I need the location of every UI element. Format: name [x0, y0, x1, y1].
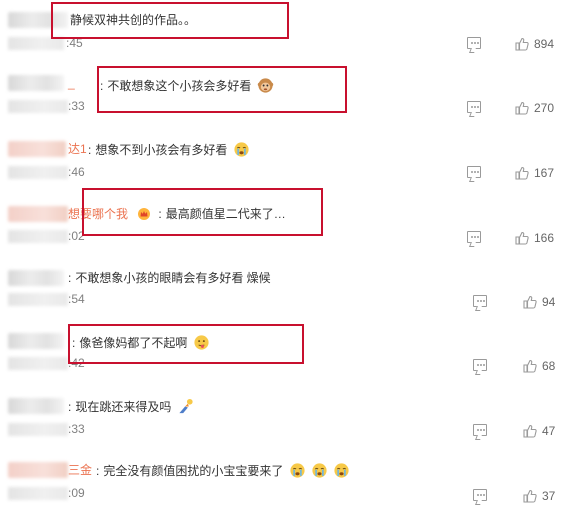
thumbs-up-icon [523, 359, 537, 373]
like-count: 166 [534, 231, 555, 245]
crying-face-emoji [290, 463, 305, 478]
comment-text: : 完全没有颜值困扰的小宝宝要来了 [96, 462, 350, 479]
like-button[interactable]: 94 [523, 295, 555, 309]
like-button[interactable]: 166 [515, 231, 554, 245]
like-count: 167 [534, 166, 555, 180]
highlight-box [97, 66, 347, 113]
like-count: 47 [542, 424, 556, 438]
comment-item: : 现在跳还来得及吗 :33 [0, 398, 574, 462]
reply-icon[interactable] [473, 489, 487, 501]
timestamp: :09 [68, 486, 85, 500]
reply-icon[interactable] [473, 359, 487, 371]
username-blurred[interactable] [8, 398, 64, 414]
timestamp: :33 [68, 99, 85, 113]
reply-icon[interactable] [467, 37, 481, 49]
comment-text: : 现在跳还来得及吗 [68, 398, 195, 415]
username-blurred[interactable] [8, 462, 68, 478]
highlight-box [82, 188, 323, 236]
like-button[interactable]: 894 [515, 37, 554, 51]
like-button[interactable]: 47 [523, 424, 555, 438]
crying-face-emoji [312, 463, 327, 478]
thumbs-up-icon [515, 231, 529, 245]
username-blurred[interactable] [8, 270, 64, 286]
username-tail[interactable]: 三金 [68, 462, 92, 478]
like-button[interactable]: 167 [515, 166, 554, 180]
username-blurred[interactable] [8, 333, 64, 349]
jumping-figure-emoji [179, 398, 193, 414]
timestamp-blurred [8, 230, 68, 243]
username-blurred[interactable] [8, 141, 66, 157]
username-blurred[interactable] [8, 206, 68, 222]
timestamp-blurred [8, 357, 68, 370]
like-count: 270 [534, 101, 555, 115]
thumbs-up-icon [515, 166, 529, 180]
like-button[interactable]: 270 [515, 101, 554, 115]
username-blurred[interactable] [8, 75, 64, 91]
comment-item: 三金 : 完全没有颜值困扰的小宝宝要来了 :09 [0, 462, 574, 516]
timestamp-blurred [8, 293, 68, 306]
thumbs-up-icon [523, 489, 537, 503]
like-count: 894 [534, 37, 555, 51]
crying-face-emoji [234, 142, 249, 157]
thumbs-up-icon [523, 424, 537, 438]
thumbs-up-icon [523, 295, 537, 309]
like-count: 37 [542, 489, 556, 503]
reply-icon[interactable] [473, 295, 487, 307]
timestamp-blurred [8, 423, 68, 436]
timestamp: :33 [68, 422, 85, 436]
timestamp-blurred [8, 166, 68, 179]
reply-icon[interactable] [467, 101, 481, 113]
comment-text: : 不敢想象小孩的眼睛会有多好看 燥候 [68, 271, 271, 285]
thumbs-up-icon [515, 37, 529, 51]
timestamp: :54 [68, 292, 85, 306]
username-tail[interactable]: 达1 [68, 141, 87, 157]
timestamp-blurred [8, 100, 68, 113]
reply-icon[interactable] [473, 424, 487, 436]
like-count: 68 [542, 359, 556, 373]
thumbs-up-icon [515, 101, 529, 115]
comment-text: : 想象不到小孩会有多好看 [88, 141, 250, 158]
highlight-box [68, 324, 304, 364]
crying-face-emoji [334, 463, 349, 478]
timestamp-blurred [8, 487, 68, 500]
timestamp: :46 [68, 165, 85, 179]
reply-icon[interactable] [467, 231, 481, 243]
reply-icon[interactable] [467, 166, 481, 178]
like-button[interactable]: 68 [523, 359, 555, 373]
highlight-box [51, 2, 289, 39]
like-count: 94 [542, 295, 556, 309]
username-tail[interactable]: _ [68, 75, 75, 91]
like-button[interactable]: 37 [523, 489, 555, 503]
